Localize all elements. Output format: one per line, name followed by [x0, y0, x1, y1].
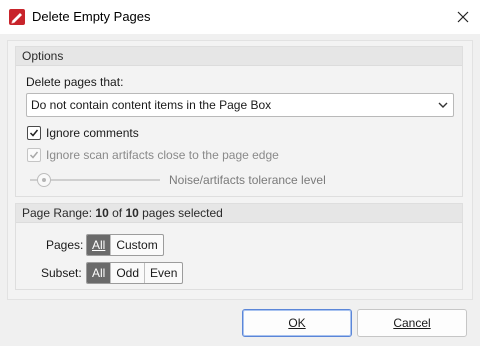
page-range-prefix: Page Range: [22, 206, 96, 220]
subset-segmented-control: All Odd Even [86, 262, 184, 284]
delete-condition-dropdown[interactable]: Do not contain content items in the Page… [26, 93, 454, 117]
page-range-header: Page Range: 10 of 10 pages selected [16, 204, 462, 223]
delete-condition-value: Do not contain content items in the Page… [31, 98, 272, 112]
checkmark-icon [29, 129, 39, 137]
ok-button[interactable]: OK [242, 309, 352, 337]
tolerance-label: Noise/artifacts tolerance level [169, 173, 326, 187]
ignore-comments-label: Ignore comments [46, 126, 139, 140]
chevron-down-icon [438, 102, 448, 108]
delete-pages-label: Delete pages that: [26, 75, 124, 89]
pages-label: Pages: [46, 238, 84, 252]
subset-odd-option[interactable]: Odd [110, 263, 144, 283]
options-header: Options [16, 47, 462, 66]
pages-segmented-control: All Custom [86, 234, 164, 256]
subset-label: Subset: [41, 266, 82, 280]
ignore-scan-artifacts-label: Ignore scan artifacts close to the page … [46, 148, 279, 162]
pdf-editor-app-icon [9, 9, 25, 25]
page-range-of: of [108, 206, 126, 220]
pages-all-option[interactable]: All [87, 235, 111, 255]
subset-even-option[interactable]: Even [144, 263, 182, 283]
ignore-scan-artifacts-checkbox[interactable] [27, 148, 41, 162]
pages-custom-option[interactable]: Custom [110, 235, 162, 255]
close-icon [457, 11, 469, 23]
total-count: 10 [125, 206, 139, 220]
tolerance-slider-thumb[interactable] [37, 173, 51, 187]
close-button[interactable] [448, 2, 478, 32]
page-range-suffix: pages selected [138, 206, 223, 220]
subset-all-option[interactable]: All [87, 263, 111, 283]
selected-count: 10 [95, 206, 109, 220]
window-title: Delete Empty Pages [32, 9, 151, 24]
cancel-button[interactable]: Cancel [357, 309, 467, 337]
checkmark-icon [29, 151, 39, 159]
title-bar: Delete Empty Pages [0, 0, 480, 34]
ignore-comments-checkbox[interactable] [27, 126, 41, 140]
